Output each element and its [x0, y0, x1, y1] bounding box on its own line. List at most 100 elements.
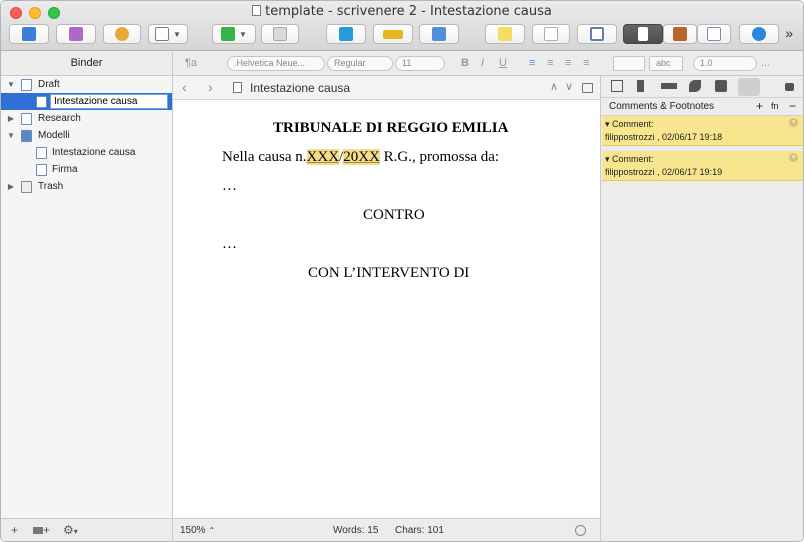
add-comment-button[interactable]: + — [756, 99, 763, 113]
binder-item-modelli[interactable]: ▼ Modelli — [1, 127, 172, 144]
template-document-icon — [36, 164, 47, 176]
back-button[interactable]: ‹ — [182, 79, 187, 95]
binder-rename-field[interactable]: Intestazione causa — [50, 94, 168, 109]
editor-header: ‹ › Intestazione causa ∧ ∨ — [173, 76, 600, 100]
snapshots-tab-icon[interactable] — [715, 80, 727, 92]
quick-reference-button[interactable] — [419, 24, 459, 44]
folder-icon — [33, 527, 43, 534]
outliner-view-button[interactable] — [697, 24, 731, 44]
window-title: template - scrivenere 2 - Intestazione c… — [1, 4, 803, 19]
highlight-color-select[interactable]: abc — [649, 56, 683, 71]
comment-card[interactable]: ▾ Comment: filippostrozzi , 02/06/17 19:… — [602, 151, 803, 181]
comment-meta: filippostrozzi , 02/06/17 19:18 — [605, 132, 723, 142]
paragraph-style-button[interactable]: ¶a — [185, 57, 197, 69]
add-item-button[interactable]: + — [11, 523, 18, 537]
italic-button[interactable]: I — [481, 57, 484, 69]
comments-tab-icon[interactable] — [738, 78, 760, 96]
add-folder-button[interactable]: + — [33, 523, 50, 537]
underline-button[interactable]: U — [499, 57, 507, 69]
lock-icon[interactable] — [785, 83, 794, 91]
info-icon — [752, 27, 766, 41]
add-item-button[interactable]: ▼ — [212, 24, 256, 44]
disclosure-triangle-icon[interactable]: ▶ — [6, 110, 16, 127]
editor-view-icon — [638, 27, 648, 41]
corkboard-icon — [673, 27, 687, 41]
add-footnote-button[interactable]: fn — [771, 101, 779, 111]
heading-contro: CONTRO — [363, 207, 425, 223]
draft-folder-icon — [21, 79, 32, 91]
binder-item-firma[interactable]: Firma — [1, 161, 172, 178]
bold-button[interactable]: B — [461, 57, 469, 69]
split-editor-button[interactable] — [582, 83, 593, 93]
forward-button[interactable]: › — [208, 79, 213, 95]
commented-text-xxx[interactable]: XXX — [306, 149, 340, 165]
remove-comment-button[interactable]: − — [789, 99, 796, 113]
zoom-select[interactable]: 150% ⌃ — [180, 525, 215, 536]
toolbar-overflow-button[interactable]: » — [785, 25, 793, 41]
composition-mode-button[interactable] — [326, 24, 366, 44]
binder-item-modelli-intestazione-causa[interactable]: Intestazione causa — [1, 144, 172, 161]
font-size-select[interactable]: 11 — [395, 56, 445, 71]
ellipsis-line: … — [222, 178, 237, 194]
binder-item-intestazione-causa[interactable]: Intestazione causa — [1, 93, 172, 110]
commented-text-20xx[interactable]: 20XX — [343, 149, 380, 165]
target-icon[interactable] — [575, 525, 586, 536]
previous-document-button[interactable]: ∧ — [550, 80, 558, 93]
justify-button[interactable]: ≡ — [583, 57, 589, 69]
align-right-button[interactable]: ≡ — [565, 57, 571, 69]
compile-button[interactable] — [103, 24, 141, 44]
editor-header-title: Intestazione causa — [250, 81, 351, 95]
templates-folder-icon — [21, 130, 32, 142]
stepper-icon: ⌃ — [208, 526, 216, 535]
keywords-button[interactable] — [373, 24, 413, 44]
format-bar: ¶a .Helvetica Neue... Regular 11 B I U ≡… — [173, 52, 803, 76]
research-folder-icon — [21, 113, 32, 125]
toggle-binder-button[interactable] — [9, 24, 49, 44]
delete-comment-icon[interactable]: × — [789, 153, 798, 162]
trash-button[interactable] — [261, 24, 299, 44]
text-color-select[interactable] — [613, 56, 645, 71]
quick-reference-icon — [432, 27, 446, 41]
char-count: Chars: 101 — [395, 525, 444, 536]
notes-tab-icon[interactable] — [611, 80, 623, 92]
binder-sidebar: ▼ Draft Intestazione causa ▶ Research ▼ … — [1, 76, 173, 518]
footnote-button[interactable] — [532, 24, 570, 44]
heading-intervento: CON L’INTERVENTO DI — [308, 265, 470, 281]
inspector-button[interactable] — [739, 24, 779, 44]
align-left-button[interactable]: ≡ — [529, 57, 535, 69]
view-mode-button[interactable]: ▼ — [148, 24, 188, 44]
metadata-tab-icon[interactable] — [661, 83, 677, 89]
comment-button[interactable] — [485, 24, 525, 44]
editor-text-area[interactable]: TRIBUNALE DI REGGIO EMILIA Nella causa n… — [173, 100, 600, 518]
delete-comment-icon[interactable]: × — [789, 118, 798, 127]
outliner-icon — [707, 27, 721, 41]
comment-icon — [498, 27, 512, 41]
ellipsis-line: … — [222, 236, 237, 252]
binder-item-research[interactable]: ▶ Research — [1, 110, 172, 127]
bookmarks-tab-icon[interactable] — [637, 80, 644, 92]
font-style-select[interactable]: Regular — [327, 56, 393, 71]
binder-item-draft[interactable]: ▼ Draft — [1, 76, 172, 93]
format-overflow-button[interactable]: ... — [761, 57, 770, 69]
app-window: template - scrivenere 2 - Intestazione c… — [0, 0, 804, 542]
binder-footer: + + ⚙▾ — [1, 518, 173, 541]
disclosure-triangle-icon[interactable]: ▼ — [6, 127, 16, 144]
next-document-button[interactable]: ∨ — [565, 80, 573, 93]
binder-item-trash[interactable]: ▶ Trash — [1, 178, 172, 195]
heading-tribunale: TRIBUNALE DI REGGIO EMILIA — [273, 120, 509, 136]
corkboard-view-button[interactable] — [663, 24, 697, 44]
toggle-collections-button[interactable] — [56, 24, 96, 44]
document-icon — [252, 5, 262, 16]
trash-icon — [273, 27, 287, 41]
layout-button[interactable] — [577, 24, 617, 44]
comment-card[interactable]: ▾ Comment: filippostrozzi , 02/06/17 19:… — [602, 116, 803, 146]
snapshots-label-icon[interactable] — [689, 80, 701, 92]
font-family-select[interactable]: .Helvetica Neue... — [227, 56, 325, 71]
line-spacing-select[interactable]: 1.0 — [693, 56, 757, 71]
binder-settings-button[interactable]: ⚙▾ — [63, 523, 78, 537]
disclosure-triangle-icon[interactable]: ▶ — [6, 178, 16, 195]
chevron-down-icon: ▼ — [173, 29, 181, 39]
disclosure-triangle-icon[interactable]: ▼ — [6, 76, 16, 93]
editor-view-button[interactable] — [623, 24, 663, 44]
align-center-button[interactable]: ≡ — [547, 57, 553, 69]
